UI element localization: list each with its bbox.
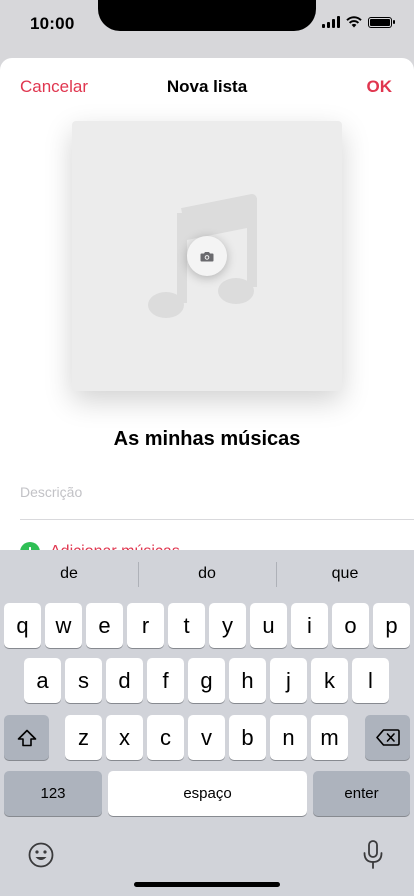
emoji-icon[interactable] <box>28 842 54 868</box>
key-o[interactable]: o <box>332 603 369 648</box>
key-a[interactable]: a <box>24 658 61 703</box>
key-h[interactable]: h <box>229 658 266 703</box>
shift-icon <box>17 729 36 746</box>
key-v[interactable]: v <box>188 715 225 760</box>
key-y[interactable]: y <box>209 603 246 648</box>
playlist-artwork[interactable] <box>72 121 342 391</box>
numbers-key[interactable]: 123 <box>4 771 102 816</box>
suggestion-1[interactable]: de <box>0 550 138 598</box>
key-c[interactable]: c <box>147 715 184 760</box>
shift-key[interactable] <box>4 715 49 760</box>
enter-key[interactable]: enter <box>313 771 410 816</box>
key-q[interactable]: q <box>4 603 41 648</box>
phone-screen: 10:00 Cancelar Nova lista OK As minhas m… <box>0 0 414 896</box>
status-icons <box>322 16 395 28</box>
key-g[interactable]: g <box>188 658 225 703</box>
change-photo-button[interactable] <box>187 236 227 276</box>
wifi-icon <box>346 16 362 28</box>
key-f[interactable]: f <box>147 658 184 703</box>
key-w[interactable]: w <box>45 603 82 648</box>
key-n[interactable]: n <box>270 715 307 760</box>
battery-icon <box>368 16 395 28</box>
key-u[interactable]: u <box>250 603 287 648</box>
page-title: Nova lista <box>166 77 248 96</box>
key-r[interactable]: r <box>127 603 164 648</box>
key-m[interactable]: m <box>311 715 348 760</box>
key-d[interactable]: d <box>106 658 143 703</box>
ok-button[interactable]: OK <box>367 77 393 97</box>
suggestion-3[interactable]: que <box>276 550 414 598</box>
notch <box>98 0 316 31</box>
delete-key[interactable] <box>365 715 410 760</box>
cellular-signal-icon <box>322 16 340 28</box>
delete-icon <box>375 729 400 746</box>
home-indicator <box>134 882 280 887</box>
key-p[interactable]: p <box>373 603 410 648</box>
playlist-name-field[interactable]: As minhas músicas <box>0 428 414 451</box>
key-e[interactable]: e <box>86 603 123 648</box>
key-t[interactable]: t <box>168 603 205 648</box>
divider <box>20 519 414 520</box>
microphone-icon[interactable] <box>362 840 384 870</box>
key-i[interactable]: i <box>291 603 328 648</box>
key-l[interactable]: l <box>352 658 389 703</box>
status-time: 10:00 <box>30 14 75 33</box>
key-k[interactable]: k <box>311 658 348 703</box>
key-b[interactable]: b <box>229 715 266 760</box>
key-j[interactable]: j <box>270 658 307 703</box>
key-z[interactable]: z <box>65 715 102 760</box>
key-s[interactable]: s <box>65 658 102 703</box>
space-key[interactable]: espaço <box>108 771 307 816</box>
keyboard: de do que q w e r t y u i o p a s d f g … <box>0 550 414 896</box>
key-x[interactable]: x <box>106 715 143 760</box>
description-field[interactable]: Descrição <box>20 484 82 500</box>
camera-icon <box>200 251 214 261</box>
suggestion-2[interactable]: do <box>138 550 276 598</box>
